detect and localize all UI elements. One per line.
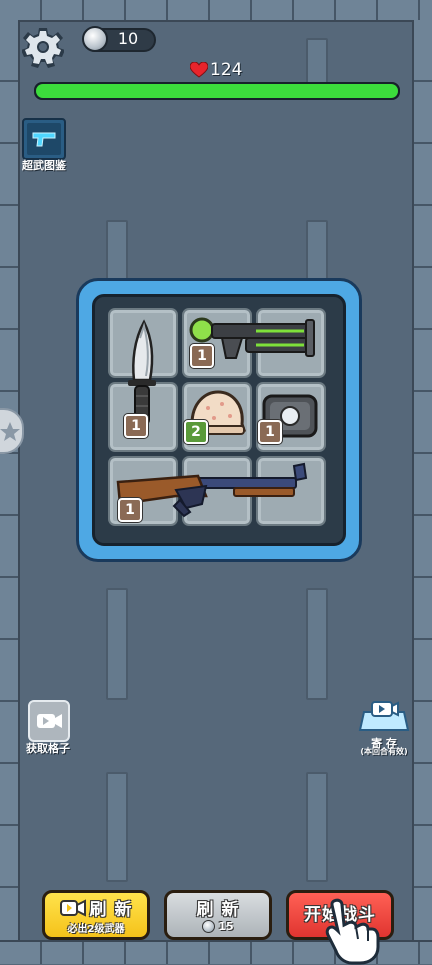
lane-marking bbox=[106, 772, 128, 882]
stash-button[interactable] bbox=[358, 700, 410, 734]
gear-icon bbox=[21, 28, 65, 68]
refresh-coin-label: 刷 新 bbox=[196, 900, 240, 920]
get-slot-label: 获取格子 bbox=[26, 742, 70, 755]
top-wall bbox=[0, 0, 432, 22]
stash-note: (本回合有效) bbox=[360, 747, 408, 756]
settings-button[interactable] bbox=[21, 26, 65, 68]
lane-marking bbox=[106, 588, 128, 700]
side-star-tab[interactable] bbox=[0, 408, 24, 454]
pistol-icon bbox=[27, 123, 61, 155]
health-value: 124 bbox=[210, 60, 243, 80]
health-bar bbox=[34, 82, 400, 100]
health-bar-fill bbox=[36, 84, 398, 98]
refresh-coin-cost: 15 bbox=[218, 920, 234, 933]
stash-box-icon bbox=[358, 701, 410, 731]
refresh-video-sub: 必出2级武器 bbox=[67, 924, 125, 935]
refresh-coin-button[interactable]: 刷 新 15 bbox=[164, 890, 272, 940]
level-badge: 1 bbox=[124, 414, 148, 438]
silver-coin-icon bbox=[202, 920, 216, 933]
pointing-hand-icon bbox=[325, 898, 380, 965]
health-display: 124 bbox=[190, 60, 242, 80]
super-weapon-codex-button[interactable] bbox=[22, 118, 66, 160]
level-badge: 1 bbox=[118, 498, 142, 522]
right-wall bbox=[412, 20, 432, 942]
level-badge: 2 bbox=[184, 420, 208, 444]
refresh-video-label: 刷 新 bbox=[89, 900, 133, 920]
video-camera-icon bbox=[59, 898, 86, 917]
level-badge: 1 bbox=[190, 344, 214, 368]
level-badge: 1 bbox=[258, 420, 282, 444]
codex-label: 超武图鉴 bbox=[22, 159, 66, 172]
star-icon bbox=[0, 422, 20, 441]
coin-amount: 10 bbox=[117, 29, 139, 48]
heart-icon bbox=[190, 62, 208, 78]
video-camera-icon bbox=[37, 714, 62, 728]
get-slot-button[interactable] bbox=[28, 700, 70, 742]
lane-marking bbox=[306, 772, 328, 882]
refresh-video-button[interactable]: 刷 新 必出2级武器 bbox=[42, 890, 150, 940]
lane-marking bbox=[306, 588, 328, 700]
shotgun-icon[interactable] bbox=[114, 460, 324, 520]
